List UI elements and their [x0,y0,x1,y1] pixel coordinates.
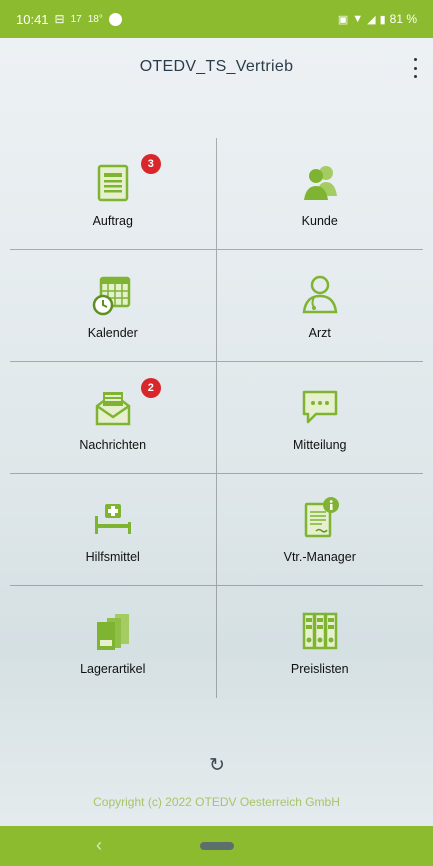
document-info-icon [298,496,342,540]
nfc-icon: ▣ [337,13,349,26]
tile-label: Hilfsmittel [85,549,140,564]
tile-hilfsmittel[interactable]: Hilfsmittel [10,474,217,586]
tile-kunde[interactable]: Kunde [216,138,423,250]
status-time: 10:41 [16,11,49,27]
tile-preislisten[interactable]: Preislisten [217,586,424,698]
home-pill[interactable] [200,842,234,850]
tile-nachrichten[interactable]: 2 Nachrichten [10,362,217,474]
tile-vtr-manager[interactable]: Vtr.-Manager [216,474,423,586]
tile-label: Lagerartikel [80,662,146,676]
tile-label: Auftrag [92,213,133,228]
binders-icon [298,608,342,652]
back-icon[interactable]: ‹ [96,835,102,856]
tile-label: Arzt [308,325,331,340]
doctor-icon [298,272,342,316]
customer-icon [298,160,342,204]
app-bar: OTEDV_TS_Vertrieb [0,38,433,96]
tile-mitteilung[interactable]: Mitteilung [216,362,423,474]
app-title: OTEDV_TS_Vertrieb [139,58,294,75]
app-notification-icon [108,12,122,26]
status-extra2: 18° [87,13,103,25]
battery-icon: ▮ [379,13,386,26]
order-count-badge: 3 [140,153,161,174]
calendar-clock-icon [91,272,135,316]
status-bar: 10:41 ⊟ 17 18° ▣ ▼ ◢ ▮ 81 % [0,0,433,38]
signal-icon: ◢ [367,13,376,26]
tile-kalender[interactable]: Kalender [10,250,217,362]
message-count-badge: 2 [140,377,161,398]
copyright-text: Copyright (c) 2022 OTEDV Oesterreich Gmb… [93,795,340,809]
tile-label: Mitteilung [293,437,347,452]
tile-lagerartikel[interactable]: Lagerartikel [10,586,217,698]
wifi-icon: ▼ [352,13,364,25]
tile-auftrag[interactable]: 3 Auftrag [10,138,217,250]
tile-label: Vtr.-Manager [283,549,356,564]
main-menu-grid: 3 Auftrag Kunde Kalender Arzt 2 Nachrich… [10,138,423,698]
storage-boxes-icon [91,608,135,652]
tile-arzt[interactable]: Arzt [216,250,423,362]
hospital-bed-icon [91,496,135,540]
mail-open-icon: 2 [91,377,161,428]
chat-bubble-icon [298,384,342,428]
refresh-icon[interactable]: ↻ [206,755,228,777]
system-nav-bar: ‹ [0,826,433,866]
tile-label: Kalender [87,325,138,340]
overflow-menu-icon[interactable] [411,58,419,78]
tile-label: Kunde [301,213,338,228]
status-extra1: 17 [70,13,82,25]
notification-icon: ⊟ [54,12,65,26]
tile-label: Preislisten [290,662,349,676]
order-form-icon: 3 [91,153,161,204]
tile-label: Nachrichten [79,437,147,452]
battery-level: 81 % [389,12,417,26]
